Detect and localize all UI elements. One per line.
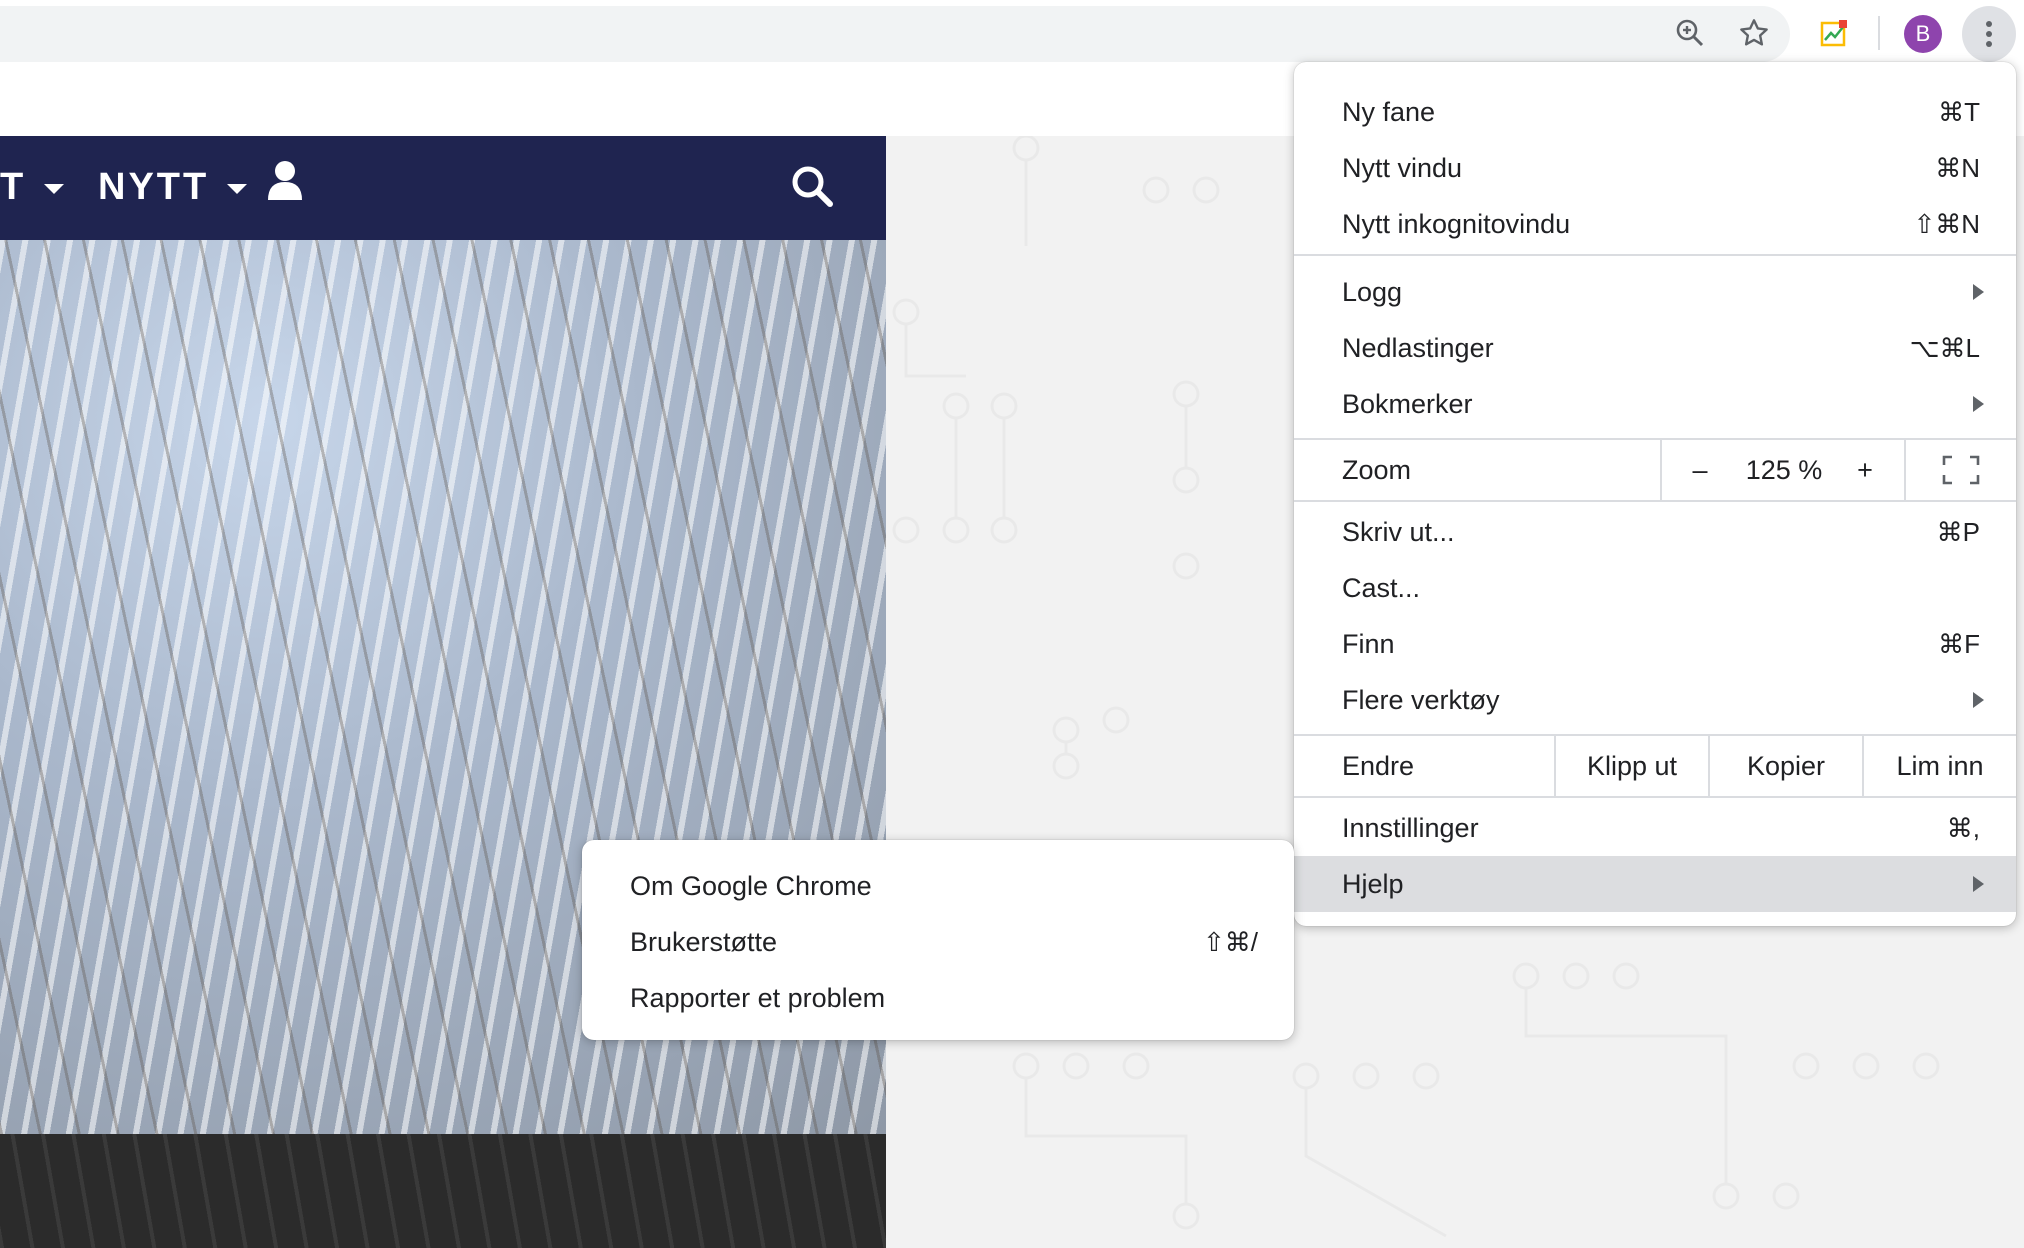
paste-label: Lim inn — [1896, 750, 1984, 781]
nav-item-label: T — [0, 166, 27, 208]
zoom-minus-label: – — [1692, 454, 1708, 485]
zoom-in-button[interactable]: + — [1830, 440, 1900, 500]
zoom-plus-label: + — [1857, 454, 1873, 485]
menu-item-incognito[interactable]: Nytt inkognitovindu ⇧⌘N — [1294, 196, 2016, 252]
avatar-letter: B — [1915, 21, 1931, 46]
menu-item-label: Cast... — [1342, 572, 1421, 603]
caret-down-icon — [226, 183, 247, 194]
user-icon[interactable] — [266, 160, 304, 205]
kebab-icon[interactable] — [1962, 6, 2016, 62]
address-bar[interactable] — [0, 6, 1790, 62]
profile-avatar[interactable]: B — [1904, 15, 1942, 53]
star-icon[interactable] — [1734, 13, 1774, 53]
zoom-level: 125 % — [1738, 440, 1830, 500]
extension-icon[interactable] — [1814, 13, 1854, 53]
submenu-arrow-icon — [1973, 692, 1984, 708]
menu-item-print[interactable]: Skriv ut... ⌘P — [1294, 504, 2016, 560]
search-icon[interactable] — [790, 164, 834, 213]
fullscreen-icon — [1942, 455, 1980, 485]
chrome-main-menu: Ny fane ⌘T Nytt vindu ⌘N Nytt inkognitov… — [1294, 62, 2016, 926]
menu-item-label: Endre — [1342, 750, 1415, 781]
submenu-item-support[interactable]: Brukerstøtte ⇧⌘/ — [582, 914, 1294, 970]
menu-item-settings[interactable]: Innstillinger ⌘, — [1294, 800, 2016, 856]
menu-item-label: Nedlastinger — [1342, 332, 1494, 363]
menu-shortcut: ⌘N — [1935, 152, 1980, 183]
menu-shortcut: ⌘, — [1946, 812, 1980, 843]
submenu-arrow-icon — [1973, 876, 1984, 892]
submenu-arrow-icon — [1973, 396, 1984, 412]
menu-item-help[interactable]: Hjelp — [1294, 856, 2016, 912]
menu-separator — [1294, 254, 2016, 256]
menu-shortcut: ⌥⌘L — [1909, 332, 1980, 363]
menu-item-new-tab[interactable]: Ny fane ⌘T — [1294, 84, 2016, 140]
nav-item-nytt[interactable]: NYTT — [98, 166, 247, 209]
hero-image-dark-section — [0, 1134, 886, 1248]
menu-shortcut: ⇧⌘/ — [1202, 926, 1258, 957]
menu-item-label: Hjelp — [1342, 868, 1404, 899]
nav-item-label: NYTT — [98, 166, 210, 208]
zoom-value: 125 % — [1745, 454, 1823, 485]
menu-item-label: Flere verktøy — [1342, 684, 1500, 715]
cut-button[interactable]: Klipp ut — [1556, 736, 1708, 796]
submenu-arrow-icon — [1973, 284, 1984, 300]
menu-item-label: Finn — [1342, 628, 1395, 659]
copy-button[interactable]: Kopier — [1710, 736, 1862, 796]
menu-item-label: Nytt inkognitovindu — [1342, 208, 1571, 239]
menu-item-label: Nytt vindu — [1342, 152, 1463, 183]
menu-item-history[interactable]: Logg — [1294, 264, 2016, 320]
submenu-item-about[interactable]: Om Google Chrome — [582, 858, 1294, 914]
copy-label: Kopier — [1746, 750, 1826, 781]
menu-item-label: Ny fane — [1342, 96, 1436, 127]
browser-toolbar: B — [0, 0, 2024, 66]
menu-item-label: Innstillinger — [1342, 812, 1479, 843]
menu-item-find[interactable]: Finn ⌘F — [1294, 616, 2016, 672]
menu-item-new-window[interactable]: Nytt vindu ⌘N — [1294, 140, 2016, 196]
menu-item-label: Om Google Chrome — [630, 870, 872, 901]
menu-item-downloads[interactable]: Nedlastinger ⌥⌘L — [1294, 320, 2016, 376]
menu-shortcut: ⌘F — [1938, 628, 1980, 659]
toolbar-divider — [1878, 16, 1880, 50]
menu-item-label: Logg — [1342, 276, 1403, 307]
cut-label: Klipp ut — [1586, 750, 1678, 781]
fullscreen-button[interactable] — [1906, 440, 2016, 500]
zoom-in-icon[interactable] — [1670, 13, 1710, 53]
help-submenu: Om Google Chrome Brukerstøtte ⇧⌘/ Rappor… — [582, 840, 1294, 1040]
menu-shortcut: ⇧⌘N — [1913, 208, 1980, 239]
menu-item-label: Skriv ut... — [1342, 516, 1455, 547]
menu-separator — [1294, 500, 2016, 502]
menu-shortcut: ⌘P — [1936, 516, 1980, 547]
paste-button[interactable]: Lim inn — [1864, 736, 2016, 796]
menu-shortcut: ⌘T — [1938, 96, 1980, 127]
zoom-out-button[interactable]: – — [1662, 440, 1738, 500]
site-navigation: T NYTT — [0, 136, 886, 240]
menu-item-label: Bokmerker — [1342, 388, 1473, 419]
menu-separator — [1294, 796, 2016, 798]
menu-item-label: Brukerstøtte — [630, 926, 778, 957]
caret-down-icon — [43, 183, 64, 194]
menu-item-more-tools[interactable]: Flere verktøy — [1294, 672, 2016, 728]
menu-item-label: Zoom — [1342, 454, 1412, 485]
submenu-item-report[interactable]: Rapporter et problem — [582, 970, 1294, 1026]
menu-item-bookmarks[interactable]: Bokmerker — [1294, 376, 2016, 432]
menu-item-label: Rapporter et problem — [630, 982, 886, 1013]
nav-item-partial[interactable]: T — [0, 166, 64, 209]
menu-item-cast[interactable]: Cast... — [1294, 560, 2016, 616]
